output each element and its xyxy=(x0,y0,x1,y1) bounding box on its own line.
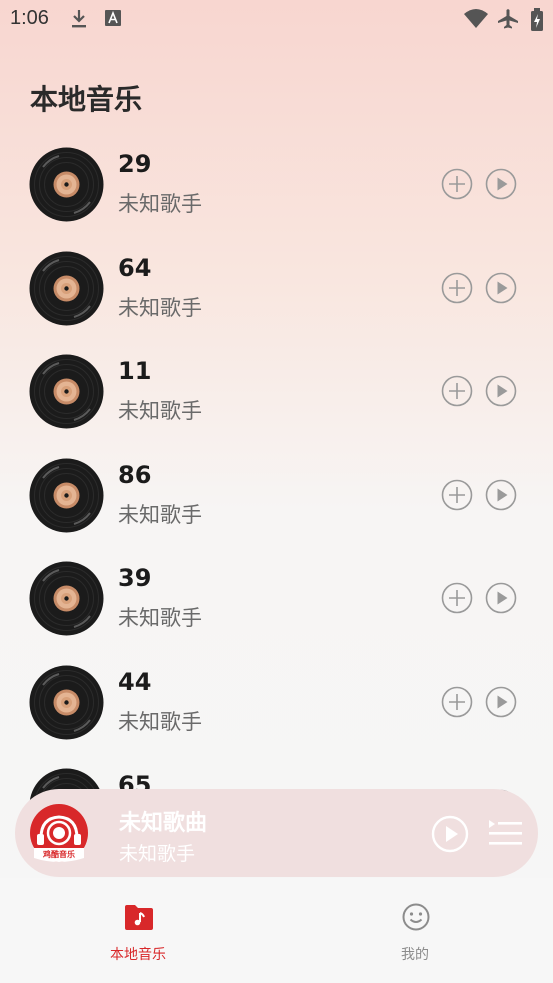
playlist-queue-button[interactable] xyxy=(487,817,523,849)
add-to-playlist-button[interactable] xyxy=(441,582,473,614)
vinyl-disc-icon xyxy=(29,251,104,325)
battery-charging-icon xyxy=(531,8,543,31)
play-song-button[interactable] xyxy=(485,168,517,200)
status-time: 1:06 xyxy=(10,7,49,29)
add-to-playlist-button[interactable] xyxy=(441,272,473,304)
nav-item-mine[interactable]: 我的 xyxy=(277,878,553,983)
vinyl-disc-icon xyxy=(29,354,104,429)
add-to-playlist-button[interactable] xyxy=(441,375,473,407)
nav-label-mine: 我的 xyxy=(401,947,429,963)
play-song-button[interactable] xyxy=(485,375,517,407)
play-song-button[interactable] xyxy=(485,479,517,511)
music-folder-icon xyxy=(125,905,153,930)
airplane-mode-icon xyxy=(498,9,518,29)
song-title: 86 xyxy=(118,460,152,489)
song-row[interactable]: 39 未知歌手 xyxy=(0,546,553,650)
song-artist: 未知歌手 xyxy=(118,192,202,216)
song-title: 64 xyxy=(118,253,152,282)
status-bar: 1:06 xyxy=(0,0,553,38)
wifi-icon xyxy=(464,9,488,28)
song-title: 39 xyxy=(118,564,152,592)
bottom-nav: 本地音乐 我的 xyxy=(0,878,553,983)
vinyl-disc-icon xyxy=(29,147,104,222)
album-cover[interactable]: 鸡酷音乐 xyxy=(30,804,88,862)
song-row[interactable]: 86 未知歌手 xyxy=(0,443,553,547)
play-song-button[interactable] xyxy=(485,272,517,304)
nav-item-local-music[interactable]: 本地音乐 xyxy=(0,878,276,983)
now-playing-artist: 未知歌手 xyxy=(119,843,196,865)
cover-text: 鸡酷音乐 xyxy=(42,849,75,859)
app-notification-icon xyxy=(105,10,121,26)
song-artist: 未知歌手 xyxy=(118,295,202,320)
mini-player[interactable]: 鸡酷音乐 未知歌曲 未知歌手 xyxy=(15,789,538,877)
song-artist: 未知歌手 xyxy=(118,399,202,423)
now-playing-title: 未知歌曲 xyxy=(119,811,208,836)
song-artist: 未知歌手 xyxy=(118,502,202,527)
song-artist: 未知歌手 xyxy=(118,709,202,734)
song-artist: 未知歌手 xyxy=(118,606,202,630)
add-to-playlist-button[interactable] xyxy=(441,686,473,718)
download-icon xyxy=(72,10,86,28)
song-row[interactable]: 29 未知歌手 xyxy=(0,132,553,236)
smiley-icon xyxy=(402,903,430,931)
play-pause-button[interactable] xyxy=(431,815,469,853)
add-to-playlist-button[interactable] xyxy=(441,168,473,200)
song-title: 44 xyxy=(118,667,152,696)
song-row[interactable]: 64 未知歌手 xyxy=(0,236,553,340)
play-song-button[interactable] xyxy=(485,582,517,614)
vinyl-disc-icon xyxy=(29,665,104,739)
play-song-button[interactable] xyxy=(485,686,517,718)
song-title: 29 xyxy=(118,150,152,178)
vinyl-disc-icon xyxy=(29,458,104,532)
song-list[interactable]: 29未知歌手64未知歌手11未知歌手86未知歌手39未知歌手44未知歌手65未知… xyxy=(0,132,553,877)
song-row[interactable]: 11 未知歌手 xyxy=(0,339,553,443)
song-row[interactable]: 44 未知歌手 xyxy=(0,650,553,754)
nav-label-local-music: 本地音乐 xyxy=(110,947,166,963)
page-title: 本地音乐 xyxy=(30,83,143,116)
add-to-playlist-button[interactable] xyxy=(441,479,473,511)
vinyl-disc-icon xyxy=(29,561,104,636)
song-title: 11 xyxy=(118,357,152,385)
